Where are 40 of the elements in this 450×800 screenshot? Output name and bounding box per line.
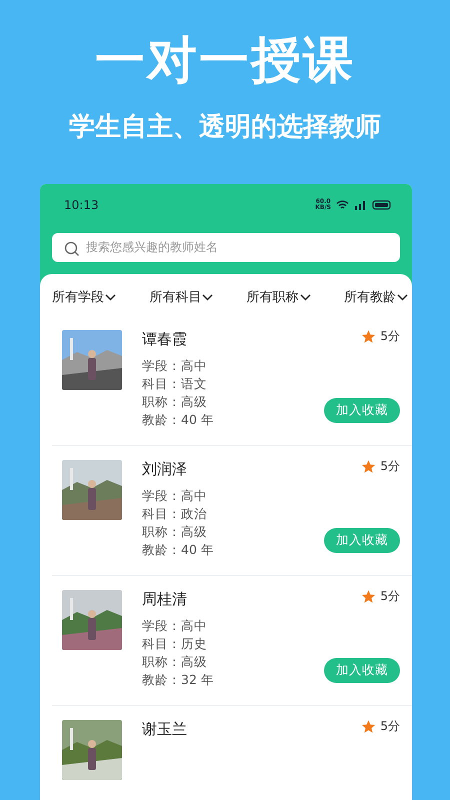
teacher-name: 谢玉兰 bbox=[142, 720, 188, 739]
teacher-detail: 科目：语文 bbox=[142, 375, 208, 393]
teacher-detail: 学段：高中 bbox=[142, 617, 208, 635]
teacher-name: 周桂清 bbox=[142, 590, 188, 609]
rating-score: 5分 bbox=[380, 458, 400, 475]
rating-score: 5分 bbox=[380, 718, 400, 735]
wifi-icon bbox=[336, 200, 349, 210]
star-icon bbox=[361, 719, 376, 734]
teacher-detail: 教龄：40 年 bbox=[142, 541, 215, 559]
teacher-detail: 职称：高级 bbox=[142, 393, 208, 411]
teacher-name: 刘润泽 bbox=[142, 460, 188, 479]
chevron-down-icon bbox=[105, 294, 116, 300]
chevron-down-icon bbox=[396, 294, 408, 300]
teacher-name: 谭春霞 bbox=[142, 330, 188, 349]
teacher-detail: 学段：高中 bbox=[142, 357, 208, 375]
teacher-detail: 教龄：40 年 bbox=[142, 411, 215, 429]
battery-icon bbox=[372, 200, 392, 210]
teacher-detail: 科目：政治 bbox=[142, 505, 208, 523]
star-icon bbox=[361, 329, 376, 344]
search-icon bbox=[64, 240, 80, 257]
headline: 一对一授课 bbox=[95, 30, 355, 90]
filter-dropdown[interactable]: 所有科目 bbox=[149, 288, 214, 306]
star-icon bbox=[361, 589, 376, 604]
filter-dropdown[interactable]: 所有教龄 bbox=[344, 288, 408, 306]
search-field[interactable]: 搜索您感兴趣的教师姓名 bbox=[52, 232, 400, 262]
status-time: 10:13 bbox=[64, 198, 99, 212]
star-icon bbox=[361, 459, 376, 474]
teacher-detail: 职称：高级 bbox=[142, 523, 208, 541]
teacher-detail: 学段：高中 bbox=[142, 487, 208, 505]
teacher-detail: 职称：高级 bbox=[142, 653, 208, 671]
chevron-down-icon bbox=[202, 294, 214, 300]
teacher-detail: 教龄：32 年 bbox=[142, 671, 215, 689]
subheadline: 学生自主、透明的选择教师 bbox=[69, 111, 381, 144]
filter-dropdown[interactable]: 所有职称 bbox=[246, 288, 311, 306]
rating-score: 5分 bbox=[380, 328, 400, 345]
filter-dropdown[interactable]: 所有学段 bbox=[52, 288, 116, 306]
signal-icon bbox=[354, 200, 367, 210]
chevron-down-icon bbox=[300, 294, 311, 300]
teacher-detail: 科目：历史 bbox=[142, 635, 208, 653]
rating-score: 5分 bbox=[380, 588, 400, 605]
